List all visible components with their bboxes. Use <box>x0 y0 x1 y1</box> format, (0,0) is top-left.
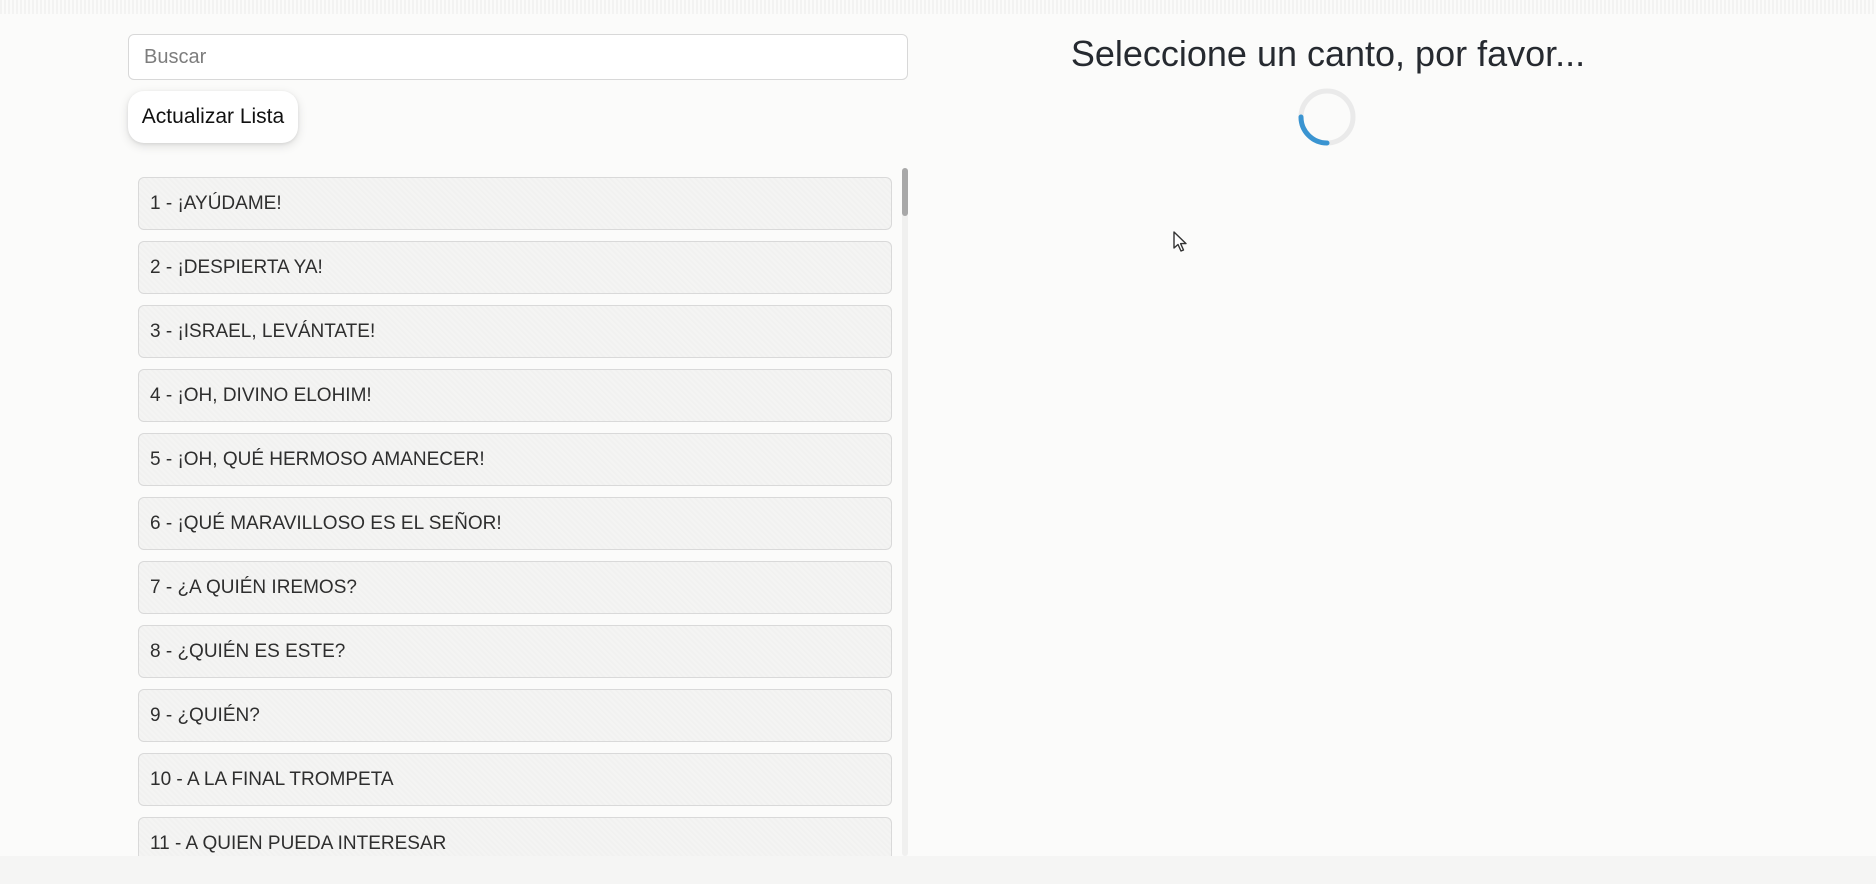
song-list-container[interactable]: 1 - ¡AYÚDAME! 2 - ¡DESPIERTA YA! 3 - ¡IS… <box>138 168 910 856</box>
song-list-item[interactable]: 1 - ¡AYÚDAME! <box>138 177 892 230</box>
song-list-item[interactable]: 6 - ¡QUÉ MARAVILLOSO ES EL SEÑOR! <box>138 497 892 550</box>
song-list-item[interactable]: 7 - ¿A QUIÉN IREMOS? <box>138 561 892 614</box>
song-list-item[interactable]: 11 - A QUIEN PUEDA INTERESAR <box>138 817 892 856</box>
song-list-item[interactable]: 8 - ¿QUIÉN ES ESTE? <box>138 625 892 678</box>
song-list-item[interactable]: 10 - A LA FINAL TROMPETA <box>138 753 892 806</box>
mouse-cursor-icon <box>1173 231 1187 252</box>
top-strip <box>0 0 1876 14</box>
song-list-item[interactable]: 5 - ¡OH, QUÉ HERMOSO AMANECER! <box>138 433 892 486</box>
loading-spinner-icon <box>1298 88 1356 146</box>
search-input[interactable] <box>128 34 908 80</box>
refresh-list-button[interactable]: Actualizar Lista <box>128 91 298 143</box>
song-list-item[interactable]: 2 - ¡DESPIERTA YA! <box>138 241 892 294</box>
page-title: Seleccione un canto, por favor... <box>1070 33 1586 74</box>
song-list-item[interactable]: 3 - ¡ISRAEL, LEVÁNTATE! <box>138 305 892 358</box>
song-list: 1 - ¡AYÚDAME! 2 - ¡DESPIERTA YA! 3 - ¡IS… <box>138 177 892 856</box>
song-list-item[interactable]: 9 - ¿QUIÉN? <box>138 689 892 742</box>
song-list-scrollbar-track[interactable] <box>902 168 908 856</box>
bottom-strip <box>0 856 1876 884</box>
song-list-scrollbar-thumb[interactable] <box>902 168 908 216</box>
song-list-item[interactable]: 4 - ¡OH, DIVINO ELOHIM! <box>138 369 892 422</box>
